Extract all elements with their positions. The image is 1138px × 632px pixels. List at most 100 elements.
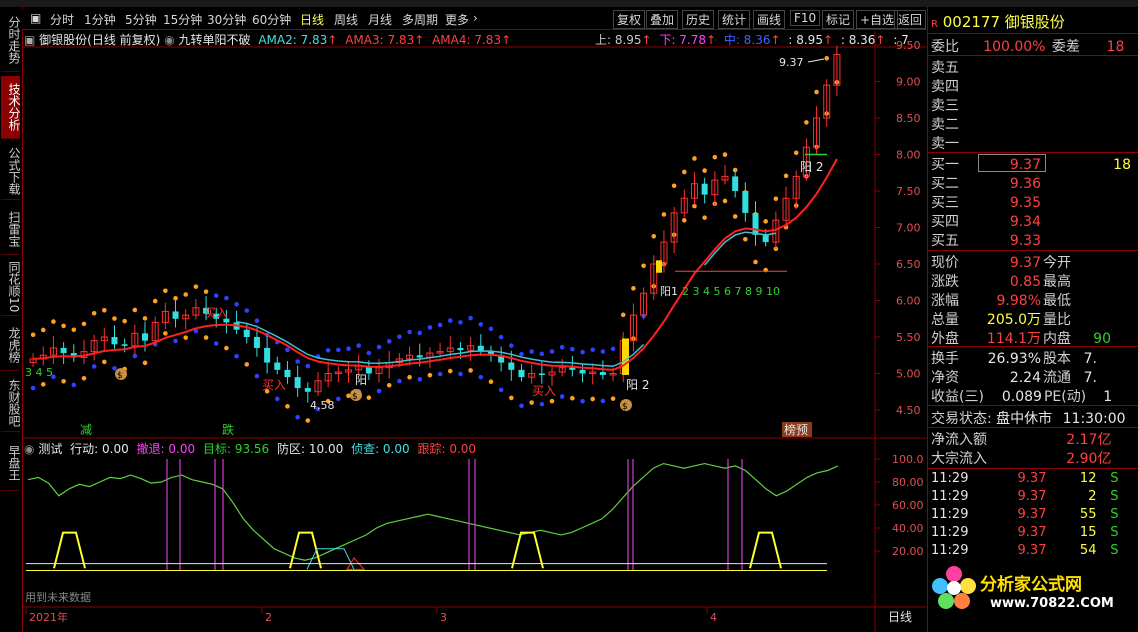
band-dot-upper [824,55,830,61]
stat2-row: 收益(三) 0.089 PE(动) 1 [931,386,1112,405]
band-dot-lower [81,376,87,381]
left-tab-2[interactable]: 公式下载 [1,143,21,200]
tick-time: 11:29 [931,525,969,540]
buy-price: 9.36 [1009,176,1041,192]
period-tab-1[interactable]: 1分钟 [84,11,116,28]
band-dot-upper [51,319,56,324]
period-tab-5[interactable]: 60分钟 [252,11,291,28]
tick-price: 9.37 [1017,507,1047,522]
band-dot-lower [142,360,148,366]
chevron-right-icon[interactable]: › [473,11,478,25]
band-dot-lower [30,385,36,391]
band-dot-upper [610,346,616,352]
sell-label: 卖四 [931,79,959,95]
stat-value-2: 90 [1093,331,1111,347]
left-tab-5[interactable]: 龙虎榜 [1,320,21,371]
stat-label: 涨幅 [931,293,959,309]
band-dot-lower [437,371,443,377]
toolbar-button-0[interactable]: 复权 [613,10,646,29]
period-tab-4[interactable]: 30分钟 [207,11,246,28]
left-tab-6[interactable]: 东财股吧 [1,375,21,432]
sub-yellow-pulse [53,531,86,569]
left-tab-4[interactable]: 同花顺10 [1,259,21,316]
price-tick-label: 6.50 [896,258,921,271]
period-tab-2[interactable]: 5分钟 [125,11,157,28]
toolbar-button-5[interactable]: F10 [790,10,821,26]
band-dot-lower [40,382,46,387]
buy-volume: 18 [1113,157,1131,173]
band-dot-upper [213,293,219,298]
svg-text:$: $ [352,392,358,402]
sub-dropdown-icon[interactable]: ◉ [24,442,34,456]
band-dot-lower [173,338,178,344]
band-dot-lower [590,396,596,402]
band-dot-upper [620,312,626,318]
tick-side: S [1110,543,1119,558]
tick-time: 11:29 [931,507,969,522]
band-dot-upper [30,332,36,338]
band-dot-lower [417,377,423,382]
tick-volume: 15 [1079,525,1097,540]
band-dot-upper [386,339,392,344]
band-dot-upper [183,292,189,297]
tick-price: 9.37 [1017,543,1047,558]
stock-title-row: R 002177 御银股份 [931,11,1065,31]
low-price-label: 4.58 [310,399,335,412]
band-dot-lower [610,396,616,401]
band-dot-upper [804,120,809,125]
band-dot-upper [773,196,779,202]
buy-label: 买五 [931,233,959,249]
candle-body-down [60,347,67,354]
period-tab-3[interactable]: 15分钟 [163,11,202,28]
net-inflow-value: 2.17亿 [1066,432,1112,448]
period-tab-10[interactable]: 更多 [445,11,469,28]
band-dot-lower [61,378,66,384]
band-dot-lower [529,400,534,405]
period-tab-6[interactable]: 日线 [300,11,324,28]
toolbar-button-4[interactable]: 画线 [753,10,786,29]
band-dot-upper [580,349,585,355]
candle-body-down [732,176,739,191]
stat-label-2: 最低 [1043,293,1071,309]
candlesticks [29,45,841,403]
toolbar-button-7[interactable]: +自选 [856,10,899,29]
price-tick-label: 5.00 [896,368,921,381]
price-tick-label: 9.50 [896,39,921,52]
sequence-small: 阳 2 [626,378,649,392]
period-tab-8[interactable]: 月线 [368,11,392,28]
band-dot-lower [570,395,575,401]
band-dot-lower [681,218,687,223]
band-dot-lower [112,366,117,371]
sub-name[interactable]: 测试 [38,442,62,456]
period-tab-0[interactable]: 分时 [50,11,74,28]
status-value: 盘中休市 [996,411,1053,427]
left-tab-7[interactable]: 早盘王 [1,436,21,491]
period-label[interactable]: 日线 [888,610,912,624]
period-tab-7[interactable]: 周线 [334,11,358,28]
sequence-left: 3 4 5 [25,366,53,379]
tick-price: 9.37 [1017,489,1047,504]
band-dot-lower [102,359,107,365]
toolbar-button-2[interactable]: 历史 [682,10,715,29]
period-tab-9[interactable]: 多周期 [402,11,438,28]
stat2-row: 换手 26.93% 股本 7. [931,348,1097,367]
toolbar-button-1[interactable]: 叠加 [646,10,679,29]
price-tick-label: 8.00 [896,149,921,162]
sell-label: 卖五 [931,60,959,76]
weibi-row: 委比 100.00% 委差 18 [931,36,1124,55]
stat-label-2: 最高 [1043,274,1071,290]
band-dot-upper [498,334,504,340]
toolbar-menu-icon[interactable]: ▣ [30,11,41,25]
left-tab-0[interactable]: 分时走势 [1,9,21,72]
candle-body-down [742,191,749,213]
toolbar-button-6[interactable]: 标记 [822,10,855,29]
left-tab-3[interactable]: 扫雷宝 [1,204,21,255]
band-dot-lower [539,401,545,407]
scout-value: 侦查: 0.00 [351,442,410,456]
chart-area[interactable]: 9.50 9.00 8.50 8.00 7.50 7.00 6.50 6.00 5.50 5.00… [22,31,927,632]
band-dot-lower [509,395,514,401]
toolbar-button-3[interactable]: 统计 [718,10,751,29]
toolbar-button-8[interactable]: 返回 [894,10,927,29]
left-tab-1[interactable]: 技术分析 [1,76,21,139]
date-tick-label: 4 [710,611,717,624]
